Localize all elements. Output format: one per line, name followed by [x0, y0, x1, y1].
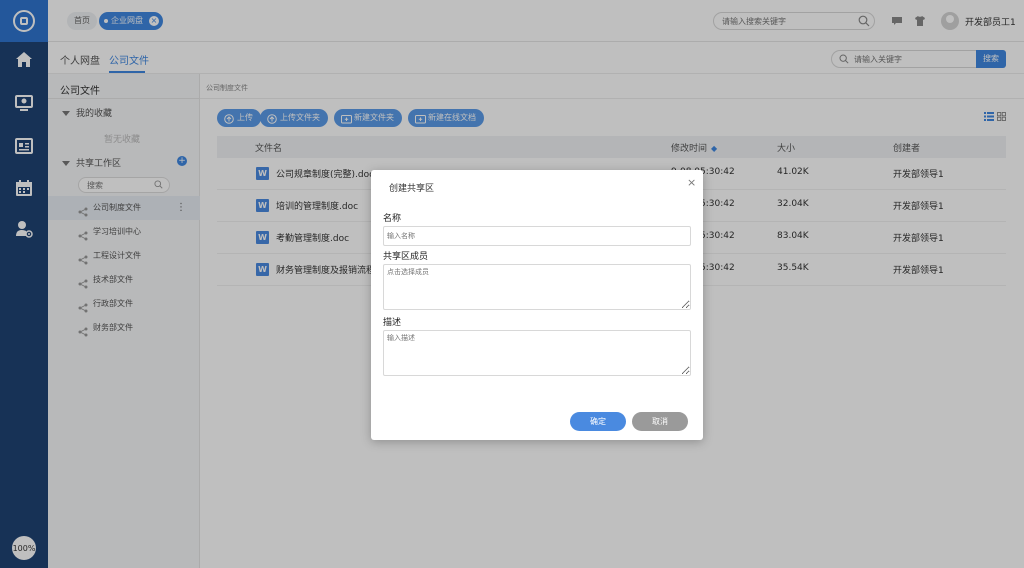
create-shared-area-dialog: 创建共享区 × 名称 共享区成员 描述 确定 取消 [371, 170, 703, 440]
dialog-title: 创建共享区 [389, 184, 435, 194]
description-label: 描述 [383, 318, 402, 328]
close-icon[interactable]: × [687, 176, 696, 189]
description-input[interactable] [383, 330, 691, 376]
members-input[interactable] [383, 264, 691, 310]
members-label: 共享区成员 [383, 252, 429, 262]
confirm-button[interactable]: 确定 [570, 412, 626, 431]
name-input[interactable] [383, 226, 691, 246]
name-label: 名称 [383, 214, 402, 224]
cancel-button[interactable]: 取消 [632, 412, 688, 431]
